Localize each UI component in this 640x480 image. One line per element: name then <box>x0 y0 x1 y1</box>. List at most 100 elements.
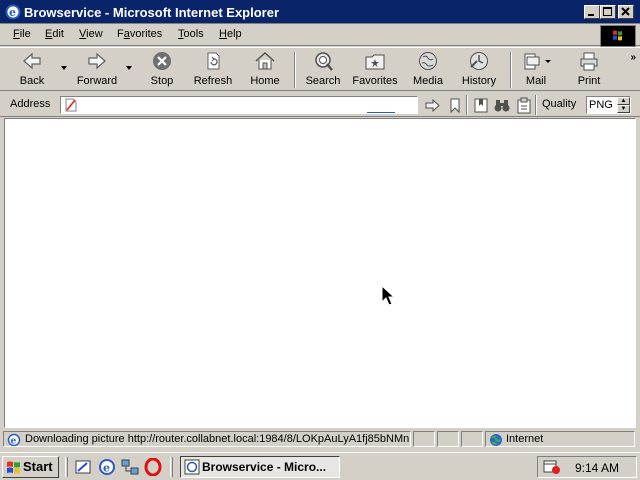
menu-bar: File Edit View Favorites Tools Help <box>0 24 640 47</box>
stop-button[interactable]: Stop <box>145 51 179 89</box>
menu-favorites[interactable]: Favorites <box>117 28 162 40</box>
taskbar-grip[interactable] <box>65 457 68 477</box>
back-dropdown-icon[interactable] <box>61 66 67 70</box>
svg-text:e: e <box>11 437 17 447</box>
menu-accelerator: V <box>79 28 87 40</box>
status-bar: e Downloading picture http://router.coll… <box>0 430 640 448</box>
print-button[interactable]: Print <box>572 51 606 89</box>
svg-text:e: e <box>103 462 110 475</box>
quality-select[interactable]: PNG ▲ ▼ <box>586 96 631 114</box>
mail-icon <box>524 53 551 70</box>
menu-view[interactable]: View <box>79 28 103 40</box>
clipboard-icon <box>517 97 531 114</box>
address-bar: Address Quality PNG ▲ ▼ <box>0 93 640 117</box>
forward-button[interactable]: Forward <box>72 51 122 89</box>
go-button[interactable] <box>424 97 442 114</box>
history-button[interactable]: History <box>459 51 499 89</box>
opera-icon[interactable] <box>144 458 162 476</box>
back-button[interactable]: Back <box>12 51 52 89</box>
internet-globe-icon <box>490 434 502 446</box>
close-icon <box>621 7 630 16</box>
title-bar[interactable]: e Browservice - Microsoft Internet Explo… <box>0 0 640 24</box>
taskbar-grip[interactable] <box>170 457 173 477</box>
taskbar: Start e Browservice - Micro... 9:14 AM <box>0 452 640 480</box>
scheduler-tray-icon[interactable] <box>543 459 561 475</box>
quality-label: Quality <box>542 98 577 110</box>
close-button[interactable] <box>618 5 634 19</box>
status-panel-empty <box>413 431 435 447</box>
menu-accelerator: F <box>13 28 20 40</box>
menu-accelerator: T <box>178 28 184 40</box>
toolbar-separator <box>510 52 512 88</box>
maximize-button[interactable] <box>600 5 616 19</box>
address-separator <box>535 95 537 115</box>
toolbar-overflow-chevron[interactable]: » <box>630 52 635 63</box>
standard-toolbar: Back Forward Stop Refresh Home Search Fa… <box>0 47 640 91</box>
history-icon <box>470 52 488 70</box>
ie-icon: e <box>5 4 21 20</box>
spin-down-icon[interactable]: ▼ <box>617 105 630 113</box>
network-icon[interactable] <box>121 458 139 476</box>
home-icon <box>255 51 275 70</box>
minimize-button[interactable] <box>584 5 600 19</box>
system-tray: 9:14 AM <box>537 456 637 478</box>
refresh-button[interactable]: Refresh <box>192 51 234 89</box>
ie-page-icon: e <box>7 433 21 447</box>
address-label: Address <box>10 98 51 110</box>
maximize-icon <box>603 7 612 16</box>
taskbar-window-button[interactable]: Browservice - Micro... <box>180 456 340 478</box>
menu-help[interactable]: Help <box>219 28 242 40</box>
search-icon <box>315 52 333 71</box>
bookmark-button[interactable] <box>446 97 464 114</box>
menu-accelerator: E <box>45 28 53 40</box>
favorites-button[interactable]: Favorites <box>350 51 400 89</box>
menu-accelerator: a <box>123 28 130 40</box>
page-no-image-icon <box>65 98 77 112</box>
menu-edit[interactable]: Edit <box>45 28 64 40</box>
spin-up-icon[interactable]: ▲ <box>617 97 630 105</box>
ie-window-icon <box>184 459 200 475</box>
clock[interactable]: 9:14 AM <box>575 461 619 475</box>
windows-flag-icon <box>613 30 622 41</box>
quality-spinner[interactable]: ▲ ▼ <box>617 97 630 113</box>
home-button[interactable]: Home <box>248 51 282 89</box>
address-separator <box>466 95 468 115</box>
find-button[interactable] <box>493 97 511 114</box>
forward-dropdown-icon[interactable] <box>126 66 132 70</box>
printer-icon <box>580 52 598 71</box>
svg-text:e: e <box>9 6 16 19</box>
mail-button[interactable]: Mail <box>519 51 553 89</box>
media-globe-icon <box>419 52 437 70</box>
ie-quicklaunch-icon[interactable]: e <box>98 458 116 476</box>
binoculars-icon <box>494 100 510 112</box>
refresh-icon <box>207 52 220 70</box>
forward-arrow-icon <box>88 52 106 70</box>
menu-file[interactable]: File <box>13 28 31 40</box>
status-message-panel: e Downloading picture http://router.coll… <box>3 431 411 447</box>
menu-tools[interactable]: Tools <box>178 28 204 40</box>
media-button[interactable]: Media <box>409 51 447 89</box>
windows-start-icon <box>7 461 20 474</box>
bookmarks-book-icon <box>474 98 488 113</box>
status-message: Downloading picture http://router.collab… <box>25 433 410 445</box>
quality-value: PNG <box>589 99 613 111</box>
bookmark-icon <box>450 98 460 114</box>
start-button[interactable]: Start <box>2 456 59 478</box>
security-zone-panel: Internet <box>485 431 635 447</box>
page-content[interactable] <box>4 118 636 428</box>
taskbar-window-title: Browservice - Micro... <box>202 460 327 474</box>
address-field[interactable] <box>60 96 418 114</box>
address-text-underline <box>367 112 395 113</box>
back-arrow-icon <box>23 52 41 70</box>
search-button[interactable]: Search <box>304 51 342 89</box>
address-input[interactable] <box>81 98 411 112</box>
menu-accelerator: H <box>219 28 227 40</box>
start-label: Start <box>23 459 53 474</box>
clipboard-button[interactable] <box>515 97 533 114</box>
favorites-folder-icon <box>365 54 385 70</box>
security-zone-label: Internet <box>506 433 544 445</box>
bookmarks-list-button[interactable] <box>472 97 490 114</box>
toolbar-separator <box>294 52 296 88</box>
mouse-cursor-icon <box>381 285 395 306</box>
show-desktop-icon[interactable] <box>74 458 92 476</box>
